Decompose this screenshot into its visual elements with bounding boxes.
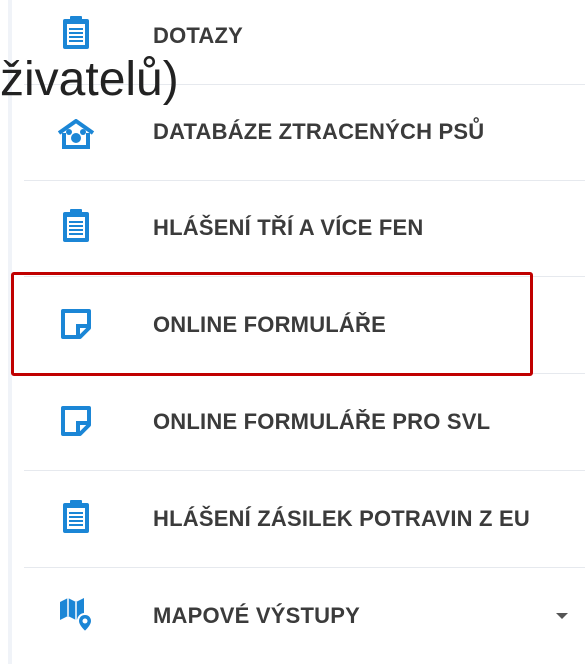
menu-item-label: ONLINE FORMULÁŘE [153,312,386,337]
menu-item-online-formulare-pro-svl[interactable]: ONLINE FORMULÁŘE PRO SVL [24,373,585,471]
form-note-icon [56,304,96,344]
map-pin-icon [56,595,96,635]
menu-item-mapove-vystupy[interactable]: MAPOVÉ VÝSTUPY [24,567,585,664]
menu-item-label: ONLINE FORMULÁŘE PRO SVL [153,409,491,434]
menu-item-label: HLÁŠENÍ TŘÍ A VÍCE FEN [153,215,424,240]
menu-item-label: DATABÁZE ZTRACENÝCH PSŮ [153,119,485,144]
menu-item-label: DOTAZY [153,23,244,48]
dog-house-icon [56,114,96,154]
clipboard-icon [56,206,96,246]
menu-item-label: HLÁŠENÍ ZÁSILEK POTRAVIN Z EU [153,506,530,531]
menu-item-online-formulare[interactable]: ONLINE FORMULÁŘE [24,276,585,374]
menu-item-label: MAPOVÉ VÝSTUPY [153,603,360,628]
overlay-text-fragment: živatelů) [0,53,179,106]
chevron-down-icon[interactable] [556,613,568,619]
sidebar-menu-screenshot: DOTAZY DATABÁZE ZTRACENÝCH PSŮ HLÁŠENÍ T… [0,0,585,664]
clipboard-icon [56,13,96,53]
menu-item-hlaseni-tri-a-vice-fen[interactable]: HLÁŠENÍ TŘÍ A VÍCE FEN [24,180,585,277]
menu-item-hlaseni-zasilek-potravin-z-eu[interactable]: HLÁŠENÍ ZÁSILEK POTRAVIN Z EU [24,470,585,568]
form-note-icon [56,401,96,441]
clipboard-icon [56,497,96,537]
